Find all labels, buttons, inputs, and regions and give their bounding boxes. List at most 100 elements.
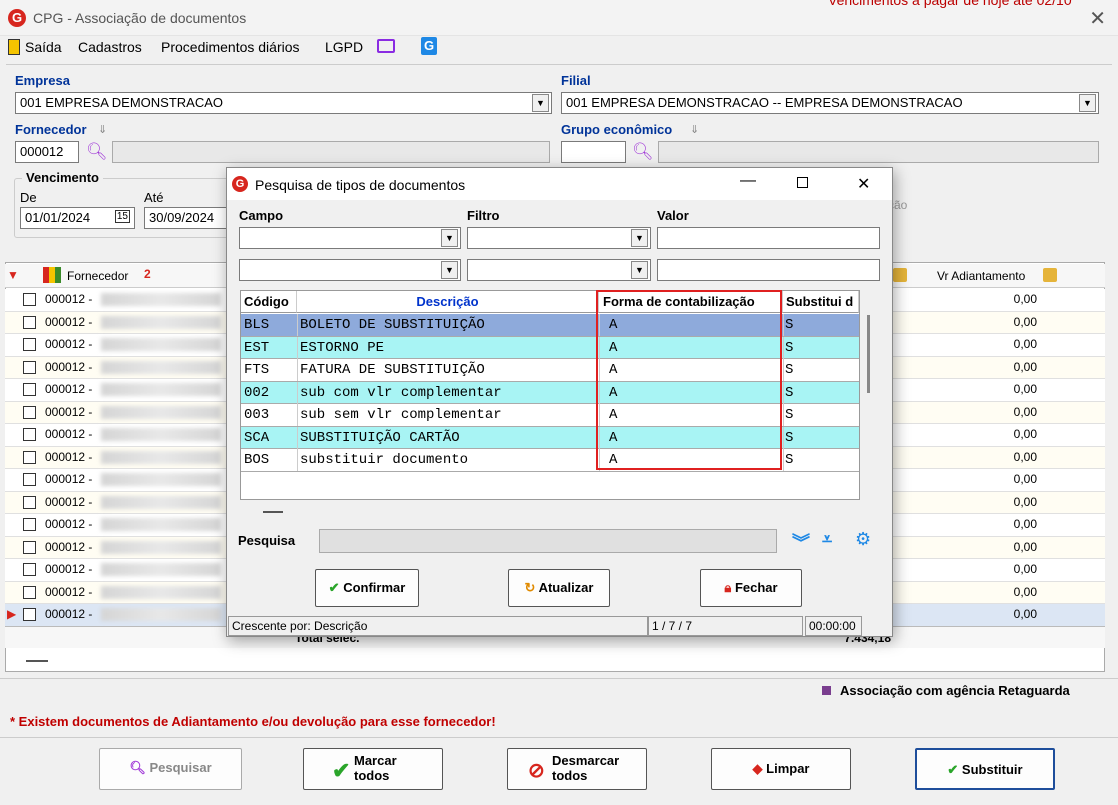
de-date-input[interactable]: 01/01/2024 15 [20,207,135,229]
cell-codigo: FTS [244,362,270,378]
redacted-name [101,428,221,441]
cell-substitui: S [785,339,794,356]
ate-date-input[interactable]: 30/09/2024 [144,207,229,229]
row-vr-adiantamento: 0,00 [1013,539,1037,554]
exit-door-icon[interactable] [8,39,20,55]
row-checkbox[interactable] [23,540,36,554]
col-substitui[interactable]: Substitui d [783,291,859,313]
redacted-name [101,383,221,396]
search-icon[interactable]: 🔍︎ [632,142,654,162]
menu-lgpd[interactable]: LGPD [325,39,363,55]
filial-select[interactable]: 001 EMPRESA DEMONSTRACAO -- EMPRESA DEMO… [561,92,1099,114]
table-scroll-handle[interactable] [263,511,283,513]
window-titlebar: G CPG - Associação de documentos Vencime… [0,0,1118,36]
expand-down-icon[interactable]: ︾ [792,529,810,555]
grupo-label: Grupo econômico [561,122,673,137]
row-checkbox[interactable] [23,585,36,599]
campo-select-1[interactable]: ▼ [239,227,461,249]
cell-substitui: S [785,429,794,446]
row-checkbox[interactable] [23,518,36,531]
pesquisa-input[interactable] [319,529,777,553]
lock-icon: 🔒︎ [724,580,732,595]
chevron-down-icon[interactable]: ▼ [631,229,648,247]
row-checkbox[interactable] [23,563,36,576]
close-window-icon[interactable]: ✕ [1089,6,1106,31]
row-checkbox[interactable] [23,405,36,419]
sort-down-icon[interactable]: ▼ [7,268,19,282]
cell-descricao: FATURA DE SUBSTITUIÇÃO [300,362,485,378]
menu-saida[interactable]: Saída [25,39,62,55]
grid-scroll-handle[interactable] [26,660,48,662]
dialog-title: Pesquisa de tipos de documentos [255,177,466,193]
search-icon[interactable]: 🔍︎ [86,142,108,162]
col-vr-adiantamento[interactable]: Vr Adiantamento [937,269,1025,283]
col-fornecedor[interactable]: Fornecedor [67,269,128,283]
cell-substitui: S [785,452,794,468]
due-banner: Vencimentos a pagar de hoje até 02/10 [828,0,1072,8]
desmarcar-todos-button[interactable]: ⊘ Desmarcar todos [507,748,647,790]
row-checkbox[interactable] [23,338,36,351]
pesquisar-button[interactable]: 🔍︎ Pesquisar [99,748,242,790]
fechar-button[interactable]: 🔒︎ Fechar [700,569,802,607]
coins-icon [1043,268,1057,282]
table-scrollbar[interactable] [867,315,870,393]
menu-procedimentos[interactable]: Procedimentos diários [161,39,300,55]
marcar-todos-button[interactable]: ✔ Marcar todos [303,748,443,790]
chevron-down-icon[interactable]: ▼ [441,229,458,247]
row-vr-adiantamento: 0,00 [1013,494,1037,509]
calendar-icon[interactable]: 15 [114,210,130,223]
row-checkbox[interactable] [23,450,36,464]
valor-label: Valor [657,208,689,223]
confirmar-button[interactable]: ✔ Confirmar [315,569,419,607]
columns-icon[interactable] [43,267,61,283]
col-descricao[interactable]: Descrição [297,291,599,313]
monitor-icon[interactable] [377,39,395,53]
filtro-select-1[interactable]: ▼ [467,227,651,249]
filtro-select-2[interactable]: ▼ [467,259,651,281]
row-checkbox[interactable] [23,315,36,329]
row-checkbox[interactable] [23,383,36,396]
campo-select-2[interactable]: ▼ [239,259,461,281]
empresa-select[interactable]: 001 EMPRESA DEMONSTRACAO ▼ [15,92,552,114]
row-checkbox[interactable] [23,428,36,441]
minimize-icon[interactable]: — [740,172,756,190]
row-checkbox[interactable] [23,608,36,621]
grupo-input[interactable] [561,141,626,163]
row-checkbox[interactable] [23,495,36,509]
substituir-button[interactable]: ✔ Substituir [915,748,1055,790]
row-checkbox[interactable] [23,360,36,374]
filtro-label: Filtro [467,208,500,223]
maximize-icon[interactable] [797,177,808,188]
row-vr-adiantamento: 0,00 [1013,359,1037,374]
chevron-down-icon[interactable]: ▼ [1079,94,1096,112]
chevron-down-icon[interactable]: ▼ [441,261,458,279]
col-codigo[interactable]: Código [241,291,297,313]
info-icon: ⇓ [690,124,700,136]
redacted-name [101,585,221,599]
cell-codigo: SCA [244,429,270,446]
app-g-icon[interactable]: G [421,37,437,55]
valor-input-2[interactable] [657,259,880,281]
redacted-name [101,293,221,306]
row-checkbox[interactable] [23,293,36,306]
gear-icon[interactable]: ⚙ [855,529,871,550]
redacted-name [101,608,221,621]
fornecedor-input[interactable]: 000012 [15,141,79,163]
chevron-down-icon[interactable]: ▼ [631,261,648,279]
menu-cadastros[interactable]: Cadastros [78,39,142,55]
row-checkbox[interactable] [23,473,36,486]
valor-input-1[interactable] [657,227,880,249]
redacted-name [101,563,221,576]
atualizar-button[interactable]: ↻ Atualizar [508,569,610,607]
cell-descricao: sub com vlr complementar [300,384,502,401]
close-dialog-icon[interactable]: ✕ [857,174,870,194]
cell-descricao: BOLETO DE SUBSTITUIÇÃO [300,317,485,333]
dialog-titlebar: G Pesquisa de tipos de documentos — ✕ [227,168,892,200]
marcar-label: Marcar todos [354,753,397,783]
row-vr-adiantamento: 0,00 [1013,517,1037,531]
cell-descricao: ESTORNO PE [300,339,385,356]
expand-bottom-icon[interactable]: ⩡ [822,529,832,550]
limpar-button[interactable]: ◆ Limpar [711,748,851,790]
chevron-down-icon[interactable]: ▼ [532,94,549,112]
status-sort: Crescente por: Descrição [228,616,648,636]
